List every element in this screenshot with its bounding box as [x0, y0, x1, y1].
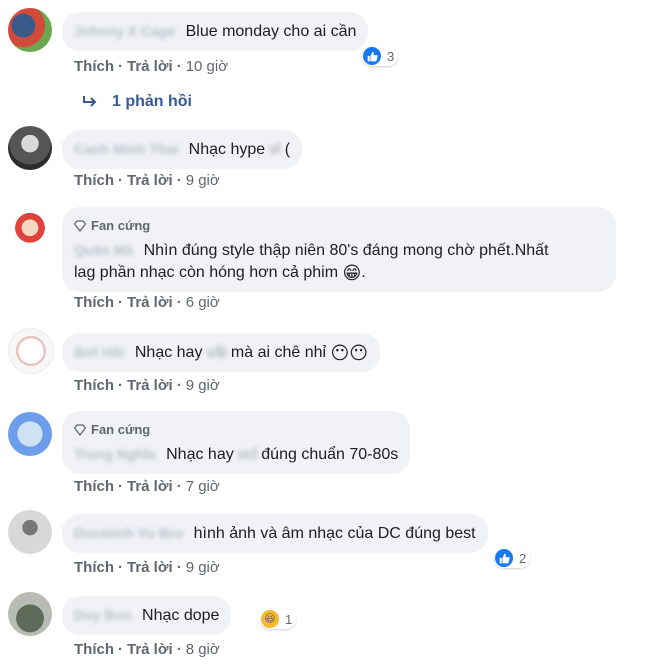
comment-text-line2: lag phần nhạc còn hóng hơn cả phim	[74, 264, 339, 281]
diamond-icon	[74, 220, 86, 232]
timestamp[interactable]: 10 giờ	[186, 58, 228, 75]
timestamp[interactable]: 9 giờ	[186, 377, 220, 394]
censored-word: vcl	[237, 446, 258, 463]
reaction-summary[interactable]: 2	[494, 548, 531, 568]
avatar[interactable]	[8, 510, 52, 554]
comment-author[interactable]: Quân Mã	[74, 239, 133, 261]
no-mouth-emoji: 😶😶	[330, 343, 369, 363]
comment-bubble: Johnny X Cage Blue monday cho ai cần	[62, 12, 369, 51]
fan-badge: Fan cứng	[74, 419, 398, 441]
reply-link[interactable]: Trả lời	[127, 478, 173, 495]
view-replies-link[interactable]: 1 phản hồi	[82, 93, 192, 111]
timestamp[interactable]: 8 giờ	[186, 641, 220, 658]
like-link[interactable]: Thích	[74, 377, 114, 394]
comment-actions: Thích · Trả lời · 7 giờ	[74, 478, 220, 495]
comment-author[interactable]: Canh Minh Thai	[74, 138, 178, 160]
comment-actions: Thích · Trả lời · 9 giờ	[74, 377, 220, 394]
like-link[interactable]: Thích	[74, 172, 114, 189]
timestamp[interactable]: 7 giờ	[186, 478, 220, 495]
comment-text: Blue monday cho ai cần	[185, 23, 357, 40]
timestamp[interactable]: 6 giờ	[186, 294, 220, 311]
reaction-count: 1	[285, 611, 293, 627]
reaction-summary[interactable]: 😆 1	[260, 609, 297, 629]
comment-actions: Thích · Trả lời · 6 giờ	[74, 294, 220, 311]
reaction-summary[interactable]: 3	[362, 46, 399, 66]
avatar[interactable]	[8, 126, 52, 170]
comment-text: hình ảnh và âm nhạc của DC đúng best	[193, 525, 476, 542]
like-link[interactable]: Thích	[74, 58, 114, 75]
censored-word: vãi	[206, 344, 227, 361]
haha-icon: 😆	[261, 610, 279, 628]
reaction-count: 2	[519, 550, 527, 566]
like-link[interactable]: Thích	[74, 294, 114, 311]
reply-link[interactable]: Trả lời	[127, 172, 173, 189]
comment-actions: Thích · Trả lời · 10 giờ	[74, 58, 229, 75]
like-icon	[495, 549, 513, 567]
comment-text: Nhạc dope	[142, 607, 220, 624]
avatar[interactable]	[8, 412, 52, 456]
like-icon	[363, 47, 381, 65]
avatar[interactable]	[8, 328, 54, 374]
timestamp[interactable]: 9 giờ	[186, 559, 220, 576]
reply-link[interactable]: Trả lời	[127, 559, 173, 576]
reply-link[interactable]: Trả lời	[127, 294, 173, 311]
censored-word: vl	[269, 141, 281, 158]
comment-actions: Thích · Trả lời · 8 giờ	[74, 641, 220, 658]
comment-bubble: Fan cứng Trung Nghĩa Nhạc hay vcl đúng chu…	[62, 411, 411, 474]
fan-badge: Fan cứng	[74, 215, 604, 237]
comment-author[interactable]: Duy Bon	[74, 604, 132, 626]
like-link[interactable]: Thích	[74, 641, 114, 658]
timestamp[interactable]: 9 giờ	[186, 172, 220, 189]
like-link[interactable]: Thích	[74, 478, 114, 495]
comment-author[interactable]: Bơi Hồi	[74, 341, 124, 363]
comment-actions: Thích · Trả lời · 9 giờ	[74, 559, 220, 576]
diamond-icon	[74, 424, 86, 436]
reaction-count: 3	[387, 48, 395, 64]
comment-bubble: Canh Minh Thai Nhạc hype vl(	[62, 130, 303, 169]
comment-author[interactable]: Johnny X Cage	[74, 20, 175, 42]
comment-bubble: Fan cứng Quân Mã Nhìn đúng style thập ni…	[62, 207, 616, 292]
reply-link[interactable]: Trả lời	[127, 58, 173, 75]
avatar[interactable]	[8, 8, 52, 52]
comment-bubble: Duy Bon Nhạc dope	[62, 596, 232, 635]
reply-arrow-icon	[83, 96, 97, 107]
comment-text: Nhạc hay	[134, 344, 203, 361]
replies-count: 1 phản hồi	[112, 93, 192, 110]
comment-text: Nhìn đúng style thập niên 80's đáng mong…	[143, 242, 549, 259]
comment-text: Nhạc hype	[188, 141, 266, 158]
grin-emoji: 😁	[342, 263, 362, 283]
like-link[interactable]: Thích	[74, 559, 114, 576]
comment-text: Nhạc hay	[166, 446, 234, 463]
avatar[interactable]	[8, 592, 52, 636]
comment-bubble: Bơi Hồi Nhạc hay vãi mà ai chê nhỉ 😶😶	[62, 333, 381, 372]
comment-author[interactable]: Ducminh Vu Bro	[74, 522, 183, 544]
reply-link[interactable]: Trả lời	[127, 641, 173, 658]
comment-actions: Thích · Trả lời · 9 giờ	[74, 172, 220, 189]
reply-link[interactable]: Trả lời	[127, 377, 173, 394]
avatar[interactable]	[8, 208, 52, 252]
comment-bubble: Ducminh Vu Bro hình ảnh và âm nhạc của D…	[62, 514, 488, 553]
comment-author[interactable]: Trung Nghĩa	[74, 443, 156, 465]
